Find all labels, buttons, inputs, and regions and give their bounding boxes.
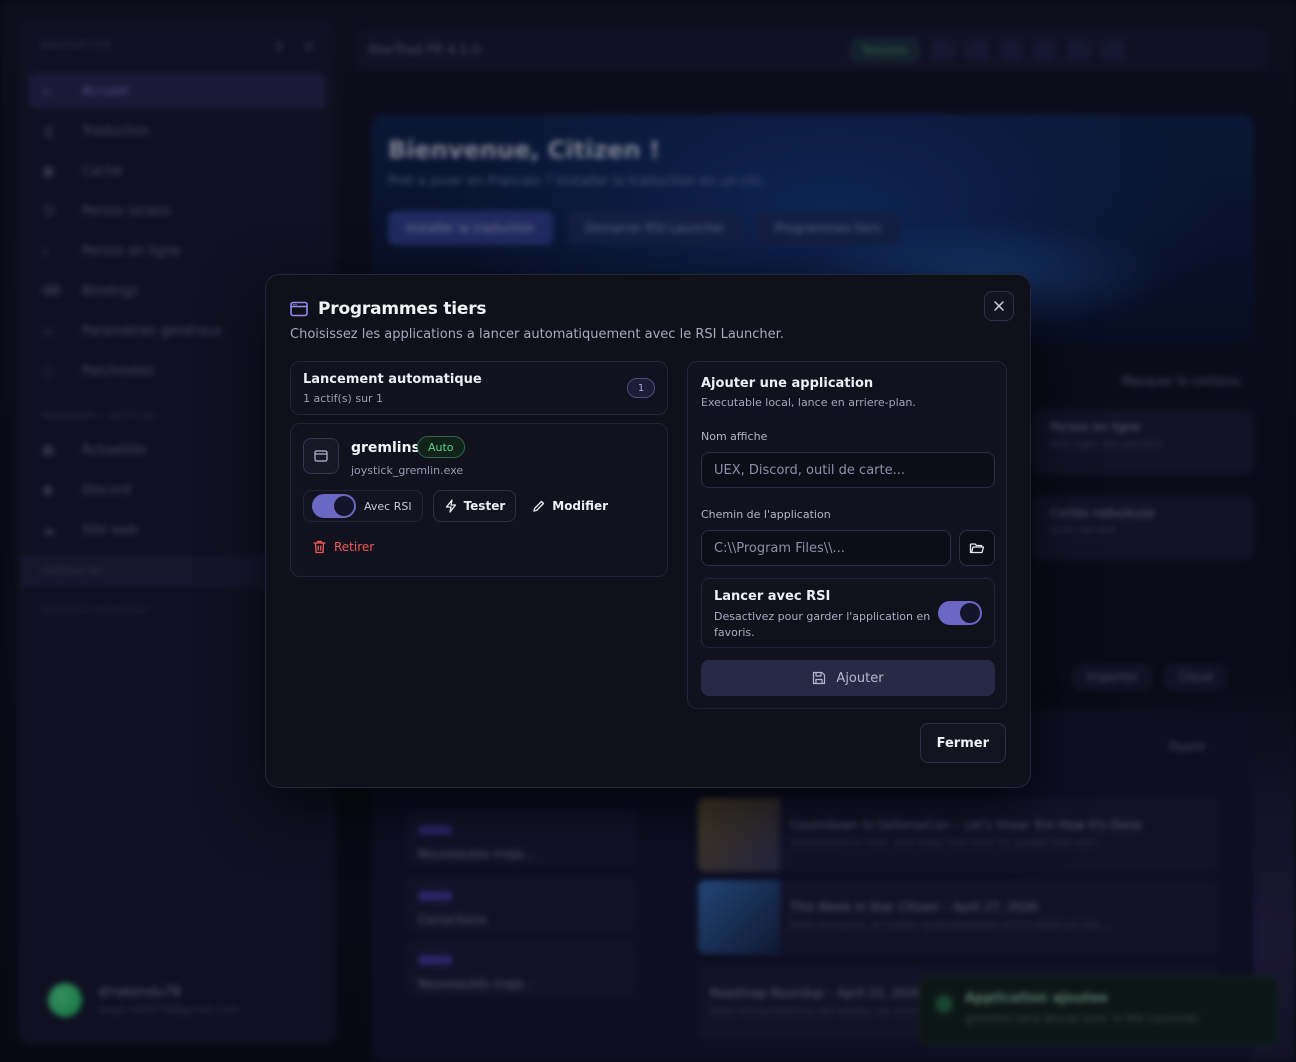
modal-subtitle: Choisissez les applications a lancer aut… (290, 327, 784, 342)
add-application-button[interactable]: Ajouter (701, 660, 995, 696)
app-executable: joystick_gremlin.exe (351, 464, 464, 477)
folder-icon (969, 543, 985, 554)
toggle-knob (334, 496, 354, 516)
with-rsi-toggle[interactable] (312, 494, 356, 518)
close-modal-button[interactable] (984, 291, 1014, 321)
close-icon (994, 301, 1004, 311)
window-icon (290, 301, 308, 317)
app-path-label: Chemin de l'application (701, 508, 831, 521)
add-form-subtitle: Executable local, lance en arriere-plan. (701, 396, 916, 409)
auto-launch-title: Lancement automatique (303, 372, 482, 387)
edit-label: Modifier (552, 499, 609, 513)
launch-with-rsi-toggle[interactable] (938, 601, 982, 625)
add-form-title: Ajouter une application (701, 376, 874, 391)
toggle-knob (960, 603, 980, 623)
test-label: Tester (463, 499, 506, 513)
save-icon (813, 671, 826, 685)
remove-button[interactable]: Retirer (313, 540, 374, 554)
count-badge: 1 (627, 378, 655, 398)
close-button[interactable]: Fermer (919, 723, 1006, 763)
auto-launch-header: Lancement automatique 1 actif(s) sur 1 1 (290, 361, 668, 415)
test-button[interactable]: Tester (432, 490, 517, 522)
launch-with-rsi-title: Lancer avec RSI (714, 589, 831, 604)
auto-launch-summary: 1 actif(s) sur 1 (303, 392, 384, 405)
pencil-icon (533, 500, 545, 512)
add-application-form: Ajouter une application Executable local… (687, 361, 1007, 709)
launch-with-rsi-box: Lancer avec RSI Desactivez pour garder l… (701, 578, 995, 648)
browse-folder-button[interactable] (959, 530, 995, 566)
trash-icon (313, 540, 326, 554)
with-rsi-toggle-group[interactable]: Avec RSI (303, 490, 423, 522)
with-rsi-label: Avec RSI (364, 499, 412, 513)
app-name: gremlins (351, 440, 420, 456)
display-name-input[interactable] (701, 452, 995, 488)
modal-header: Programmes tiers (290, 299, 487, 319)
app-card: gremlins Auto joystick_gremlin.exe Avec … (290, 423, 668, 577)
add-label: Ajouter (836, 670, 884, 686)
app-controls: Avec RSI Tester Modifier (303, 490, 616, 522)
launch-with-rsi-desc: Desactivez pour garder l'application en … (714, 610, 931, 639)
display-name-label: Nom affiche (701, 430, 768, 443)
lightning-icon (445, 499, 456, 513)
remove-label: Retirer (334, 540, 375, 554)
modal-title: Programmes tiers (318, 299, 487, 319)
app-path-input[interactable] (701, 530, 951, 566)
auto-badge: Auto (417, 436, 465, 458)
third-party-modal: Programmes tiers Choisissez les applicat… (265, 274, 1031, 788)
app-window-icon (303, 438, 339, 474)
edit-button[interactable]: Modifier (524, 490, 616, 522)
